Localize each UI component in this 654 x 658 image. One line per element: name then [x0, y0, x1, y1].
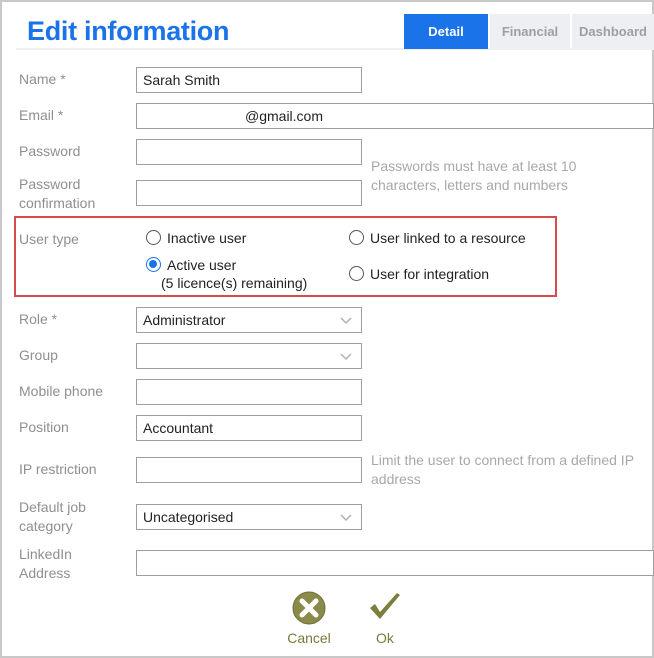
role-select[interactable]: Administrator: [136, 307, 362, 333]
position-label: Position: [19, 419, 69, 435]
mobile-phone-input[interactable]: [136, 379, 362, 405]
user-type-label: User type: [19, 231, 79, 247]
radio-button-off-icon[interactable]: [349, 230, 364, 245]
checkmark-icon: [370, 593, 400, 619]
tab-dashboard[interactable]: Dashboard: [572, 14, 654, 49]
ok-button-label: Ok: [376, 630, 394, 646]
email-input[interactable]: @gmail.com: [136, 103, 654, 129]
group-select[interactable]: [136, 343, 362, 369]
cancel-x-icon: [292, 591, 326, 625]
group-label: Group: [19, 347, 58, 363]
radio-user-linked-resource[interactable]: User linked to a resource: [349, 229, 526, 247]
radio-button-off-icon[interactable]: [349, 266, 364, 281]
role-label: Role *: [19, 311, 58, 327]
chevron-down-icon: [340, 353, 352, 361]
radio-active-user[interactable]: Active user (5 licence(s) remaining): [146, 256, 307, 292]
chevron-down-icon: [340, 514, 352, 522]
radio-inactive-user[interactable]: Inactive user: [146, 229, 246, 247]
password-hint: Passwords must have at least 10 characte…: [371, 158, 577, 193]
cancel-button-label: Cancel: [287, 630, 331, 646]
edit-information-dialog: Detail Financial Dashboard Edit informat…: [0, 0, 654, 658]
ip-restriction-label: IP restriction: [19, 461, 97, 477]
ip-restriction-input[interactable]: [136, 457, 362, 483]
radio-user-linked-resource-label: User linked to a resource: [370, 230, 526, 246]
default-job-category-select[interactable]: Uncategorised: [136, 504, 362, 530]
radio-button-off-icon[interactable]: [146, 230, 161, 245]
linkedin-address-label: LinkedIn Address: [19, 546, 72, 581]
radio-inactive-user-label: Inactive user: [167, 230, 247, 246]
page-title: Edit information: [27, 16, 230, 46]
password-input[interactable]: [136, 139, 362, 165]
position-input[interactable]: Accountant: [136, 415, 362, 441]
active-tab-pointer: [431, 37, 447, 48]
radio-user-integration[interactable]: User for integration: [349, 265, 489, 283]
name-label: Name *: [19, 71, 66, 87]
email-label: Email *: [19, 107, 64, 123]
password-confirmation-label: Password confirmation: [19, 176, 96, 211]
radio-button-on-icon[interactable]: [146, 257, 161, 272]
password-confirmation-input[interactable]: [136, 180, 362, 206]
licence-remaining-note: (5 licence(s) remaining): [161, 275, 308, 291]
ok-button[interactable]: Ok: [364, 590, 406, 646]
cancel-button[interactable]: Cancel: [285, 590, 333, 646]
tab-financial[interactable]: Financial: [490, 14, 570, 49]
chevron-down-icon: [340, 317, 352, 325]
radio-user-integration-label: User for integration: [370, 266, 490, 282]
ip-restriction-hint: Limit the user to connect from a defined…: [371, 452, 635, 487]
mobile-phone-label: Mobile phone: [19, 383, 104, 399]
password-label: Password: [19, 143, 81, 159]
radio-active-user-label: Active user: [167, 257, 237, 273]
default-job-category-label: Default job category: [19, 499, 86, 534]
name-input[interactable]: Sarah Smith: [136, 67, 362, 93]
linkedin-address-input[interactable]: [136, 550, 654, 576]
